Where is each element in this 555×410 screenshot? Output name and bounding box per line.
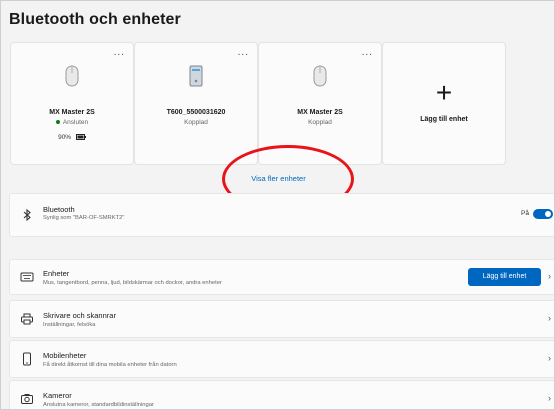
devices-row[interactable]: Enheter Mus, tangentbord, penna, ljud, b…: [9, 259, 554, 295]
battery-icon: [75, 134, 86, 141]
chevron-right-icon: ›: [548, 271, 551, 281]
printers-row[interactable]: Skrivare och skannrar Inställningar, fel…: [9, 300, 554, 338]
device-card-pc[interactable]: ... T600_5500031620 Kopplad: [134, 42, 258, 165]
chevron-right-icon: ›: [548, 393, 551, 403]
bluetooth-title: Bluetooth: [43, 205, 75, 214]
more-options-button[interactable]: ...: [238, 47, 249, 58]
printer-icon: [21, 313, 33, 325]
add-device-card[interactable]: + Lägg till enhet: [382, 42, 506, 165]
page-title: Bluetooth och enheter: [9, 11, 181, 28]
device-status: Kopplad: [308, 119, 332, 126]
add-device-label: Lägg till enhet: [420, 116, 468, 123]
cameras-row[interactable]: Kameror Anslutna kameror, standardbildin…: [9, 380, 554, 409]
mouse-icon: [313, 65, 327, 87]
bluetooth-icon: [23, 208, 31, 222]
mouse-icon: [65, 65, 79, 87]
printers-title: Skrivare och skannrar: [43, 311, 116, 320]
device-card-mouse-connected[interactable]: ... MX Master 2S Ansluten 90%: [10, 42, 134, 165]
bluetooth-row: Bluetooth Synlig som "BAR-OF-SMRKT2" På: [9, 193, 554, 237]
more-options-button[interactable]: ...: [362, 47, 373, 58]
devices-title: Enheter: [43, 269, 70, 278]
pc-tower-icon: [189, 65, 203, 87]
plus-icon: +: [435, 77, 453, 108]
device-name: MX Master 2S: [49, 109, 95, 116]
camera-icon: [21, 394, 33, 404]
more-options-button[interactable]: ...: [114, 47, 125, 58]
phone-icon: [23, 352, 31, 366]
chevron-right-icon: ›: [548, 313, 551, 323]
mobile-devices-subtitle: Få direkt åtkomst till dina mobila enhet…: [43, 362, 177, 368]
mobile-devices-title: Mobilenheter: [43, 351, 87, 360]
cameras-subtitle: Anslutna kameror, standardbildinställnin…: [43, 402, 154, 408]
devices-subtitle: Mus, tangentbord, penna, ljud, bildskärm…: [43, 280, 222, 286]
bluetooth-subtitle: Synlig som "BAR-OF-SMRKT2": [43, 215, 125, 221]
settings-window: Bluetooth och enheter ... MX Master 2S A…: [0, 0, 555, 410]
bluetooth-toggle[interactable]: [533, 209, 553, 219]
printers-subtitle: Inställningar, felsöka: [43, 322, 96, 328]
chevron-right-icon: ›: [548, 353, 551, 363]
add-device-button[interactable]: Lägg till enhet: [468, 268, 541, 286]
cameras-title: Kameror: [43, 391, 72, 400]
device-name: MX Master 2S: [297, 109, 343, 116]
battery-level: 90%: [11, 134, 133, 141]
bluetooth-toggle-label: På: [521, 210, 529, 217]
mobile-devices-row[interactable]: Mobilenheter Få direkt åtkomst till dina…: [9, 340, 554, 378]
device-status: Ansluten: [11, 119, 133, 126]
device-name: T600_5500031620: [166, 109, 226, 116]
device-status: Kopplad: [184, 119, 208, 126]
keyboard-icon: [20, 272, 34, 282]
connected-dot-icon: [55, 120, 60, 125]
